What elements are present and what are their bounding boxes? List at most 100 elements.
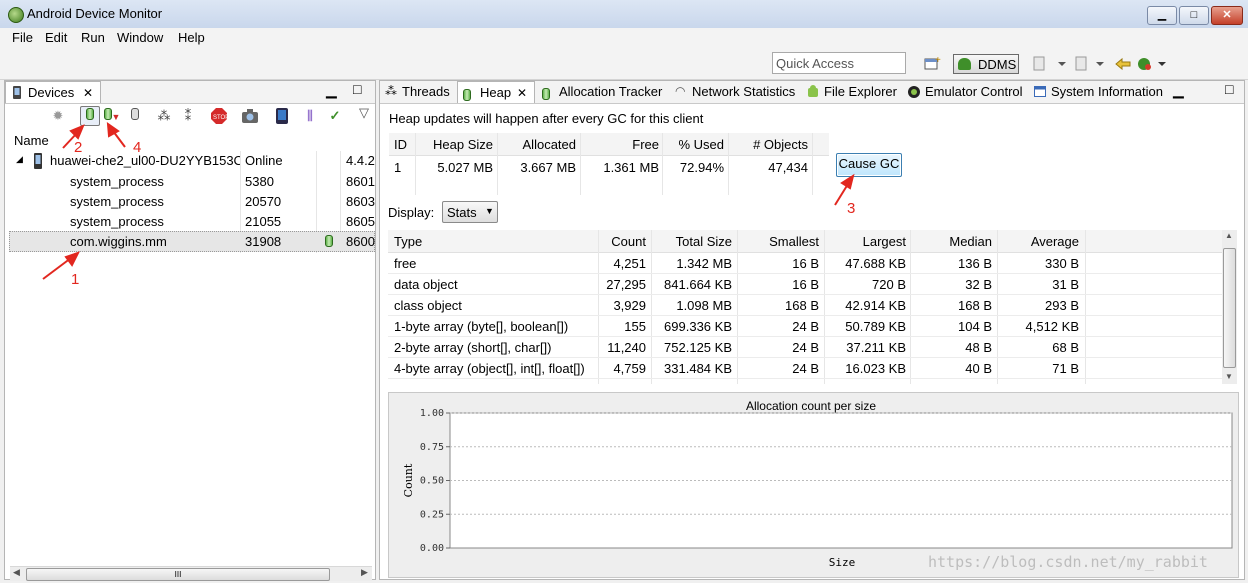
systrace-icon[interactable]: ⫼ [301, 107, 319, 125]
process-row[interactable]: system_process 5380 8601 [5, 171, 375, 191]
forward-icon[interactable] [1134, 54, 1170, 74]
run-tool-icon[interactable] [1070, 54, 1110, 74]
summary-free: 1.361 MB [603, 160, 659, 175]
watermark: https://blog.csdn.net/my_rabbit [928, 553, 1208, 571]
debug-tool-icon[interactable] [1028, 54, 1068, 74]
tab-file-explorer[interactable]: File Explorer [802, 81, 902, 103]
expand-arrow-icon[interactable]: ◢ [16, 154, 23, 165]
minimize-view-icon[interactable]: ▁ [1173, 82, 1184, 99]
process-row[interactable]: system_process 20570 8603 [5, 191, 375, 211]
stats-cell-smallest: 24 B [792, 340, 819, 355]
cause-gc-icon[interactable] [126, 107, 144, 125]
column-name[interactable]: Name [14, 133, 49, 148]
screen-capture-icon[interactable] [241, 107, 259, 125]
update-heap-icon[interactable] [80, 106, 100, 126]
stats-col-type[interactable]: Type [394, 234, 422, 249]
tab-system-information[interactable]: System Information [1029, 81, 1169, 103]
col-divider [812, 133, 813, 195]
stats-row[interactable]: free 4,251 1.342 MB 16 B 47.688 KB 136 B 330 B [388, 253, 1222, 274]
device-version: 4.4.2 [346, 153, 375, 168]
tab-emulator-control[interactable]: Emulator Control [903, 81, 1027, 103]
stats-col-total-size[interactable]: Total Size [653, 234, 732, 249]
tab-heap[interactable]: Heap ✕ [457, 81, 535, 103]
devices-table-header: Name [5, 129, 375, 151]
stats-cell-total-size: 752.125 KB [664, 340, 732, 355]
stats-col-largest[interactable]: Largest [826, 234, 906, 249]
tab-devices[interactable]: Devices ✕ [5, 81, 101, 103]
start-method-profiling-icon[interactable]: ⁑ [179, 107, 197, 125]
summary-col-used[interactable]: % Used [666, 137, 724, 152]
stats-row[interactable]: class object 3,929 1.098 MB 168 B 42.914 KB 1… [388, 295, 1222, 316]
scroll-right-icon[interactable]: ▶ [361, 567, 368, 578]
summary-used: 72.94% [679, 160, 724, 175]
menu-run[interactable]: Run [81, 30, 105, 45]
stats-cell-total-size: 331.484 KB [664, 361, 732, 376]
stats-col-count[interactable]: Count [600, 234, 646, 249]
tab-threads[interactable]: ⁂ Threads [380, 81, 456, 103]
summary-col-id[interactable]: ID [394, 137, 407, 152]
y-tick-label: 0.50 [420, 476, 444, 487]
threads-icon: ⁂ [385, 84, 397, 98]
summary-col-allocated[interactable]: Allocated [501, 137, 576, 152]
maximize-view-icon[interactable]: □ [353, 81, 361, 97]
stats-vertical-scrollbar[interactable]: ▲ ▼ [1222, 230, 1237, 384]
process-name: system_process [70, 194, 164, 209]
stats-row[interactable]: 2-byte array (short[], char[]) 11,240 752.… [388, 337, 1222, 358]
process-name: com.wiggins.mm [70, 234, 167, 249]
stats-col-median[interactable]: Median [912, 234, 992, 249]
opengl-trace-icon[interactable]: ✓ [326, 107, 344, 125]
update-threads-icon[interactable]: ⁂ [155, 107, 173, 125]
close-button[interactable]: ✕ [1211, 6, 1243, 25]
cause-gc-button[interactable]: Cause GC [836, 153, 902, 177]
scroll-down-icon[interactable]: ▼ [1225, 372, 1233, 381]
stats-cell-average: 4,512 KB [1025, 319, 1080, 334]
scroll-thumb[interactable] [1223, 248, 1236, 368]
stats-row[interactable]: data object 27,295 841.664 KB 16 B 720 B 32 B… [388, 274, 1222, 295]
summary-heap-size: 5.027 MB [437, 160, 493, 175]
scroll-up-icon[interactable]: ▲ [1225, 231, 1233, 240]
summary-col-objects[interactable]: # Objects [732, 137, 808, 152]
stats-row[interactable]: 4-byte array (object[], int[], float[]) 4… [388, 358, 1222, 379]
close-tab-icon[interactable]: ✕ [83, 82, 93, 104]
col-divider [728, 133, 729, 195]
dump-view-hierarchy-icon[interactable] [273, 107, 291, 125]
view-menu-icon[interactable]: ▽ [355, 104, 373, 122]
scroll-thumb[interactable]: III [26, 568, 330, 581]
stats-col-smallest[interactable]: Smallest [739, 234, 819, 249]
menu-edit[interactable]: Edit [45, 30, 67, 45]
debug-process-icon[interactable]: ✹ [49, 107, 67, 125]
process-row-selected[interactable]: com.wiggins.mm 31908 8600 [9, 231, 375, 252]
menu-help[interactable]: Help [178, 30, 205, 45]
android-icon [958, 58, 971, 70]
devices-horizontal-scrollbar[interactable]: ◀ III ▶ [10, 566, 372, 581]
col-divider [580, 133, 581, 195]
stop-process-icon[interactable]: STOP [210, 107, 229, 125]
stats-row[interactable]: 1-byte array (byte[], boolean[]) 155 699.3… [388, 316, 1222, 337]
summary-col-heap-size[interactable]: Heap Size [419, 137, 493, 152]
scroll-left-icon[interactable]: ◀ [13, 567, 20, 578]
summary-id: 1 [394, 160, 402, 175]
quick-access-input[interactable]: Quick Access [772, 52, 906, 74]
ddms-perspective-button[interactable]: DDMS [953, 54, 1019, 74]
stats-cell-largest: 42.914 KB [845, 298, 906, 313]
process-row[interactable]: system_process 21055 8605 [5, 211, 375, 231]
back-icon[interactable] [1112, 54, 1134, 74]
device-row[interactable]: ◢ huawei-che2_ul00-DU2YYB153C0 Online 4.… [5, 151, 375, 171]
minimize-view-icon[interactable]: ▁ [326, 82, 337, 99]
close-tab-icon[interactable]: ✕ [517, 82, 527, 104]
minimize-button[interactable]: ▁ [1147, 6, 1177, 25]
menu-file[interactable]: File [12, 30, 33, 45]
stats-cell-median: 40 B [965, 361, 992, 376]
stats-col-average[interactable]: Average [999, 234, 1079, 249]
maximize-button[interactable]: □ [1179, 6, 1209, 25]
tab-allocation-tracker[interactable]: Allocation Tracker [537, 81, 670, 103]
maximize-view-icon[interactable]: □ [1225, 81, 1233, 97]
heap-summary-table: ID Heap Size Allocated Free % Used # Obj… [389, 133, 829, 195]
display-select[interactable]: Stats ▼ [442, 201, 498, 223]
summary-col-free[interactable]: Free [584, 137, 659, 152]
menu-window[interactable]: Window [117, 30, 163, 45]
tab-network-statistics[interactable]: ◠ Network Statistics [670, 81, 800, 103]
heap-tracking-icon [325, 235, 333, 250]
dump-hprof-icon[interactable]: ▼ [103, 107, 121, 125]
open-perspective-icon[interactable]: + [922, 54, 944, 74]
